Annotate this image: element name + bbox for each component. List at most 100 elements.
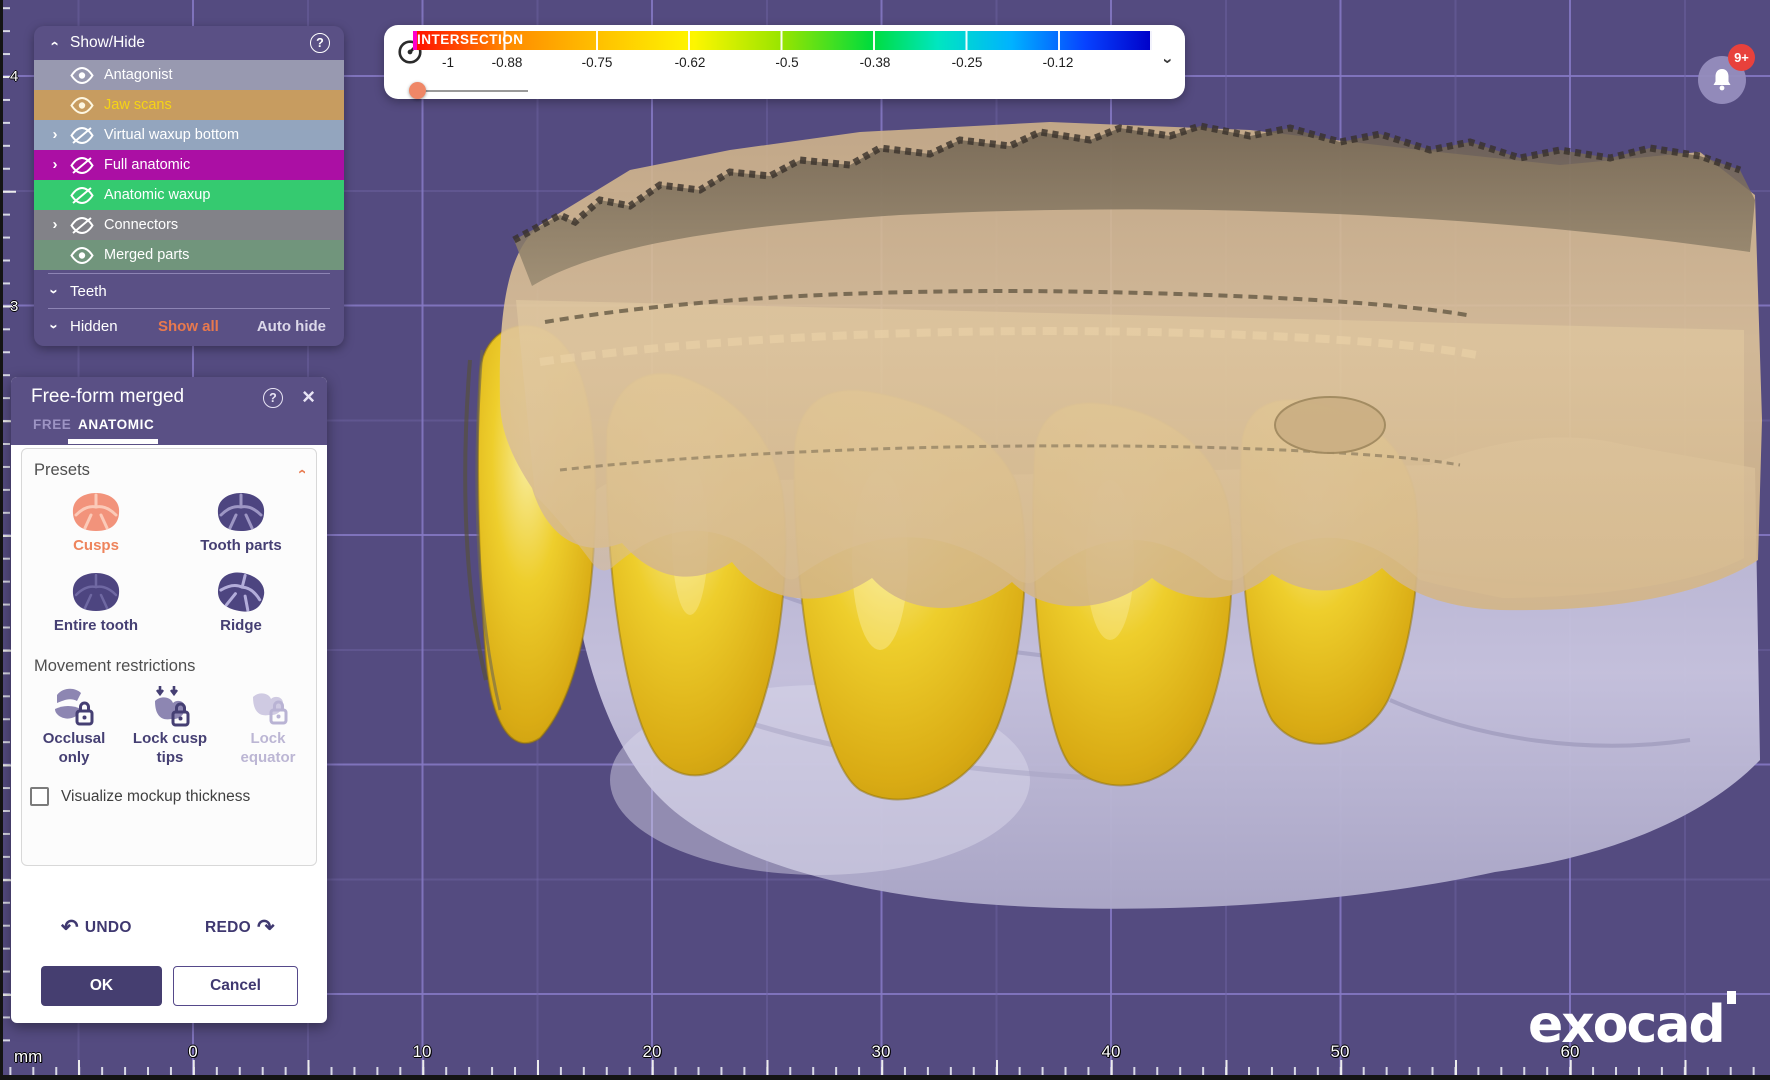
show-hide-header[interactable]: › Show/Hide ?: [34, 26, 344, 60]
presets-section-title: Presets: [34, 461, 90, 480]
entire-tooth-icon: [68, 569, 124, 615]
exocad-logo: exocad: [1528, 991, 1736, 1051]
colorbar-tick: -0.38: [860, 55, 891, 70]
threshold-slider-track[interactable]: [415, 90, 528, 92]
collapse-colorbar-chevron-icon[interactable]: ›: [1158, 58, 1178, 64]
threshold-slider-handle[interactable]: [409, 82, 426, 99]
colorbar-tick: -0.75: [582, 55, 613, 70]
layer-row-jaw-scans[interactable]: Jaw scans: [34, 90, 344, 120]
x-ruler-label: 20: [643, 1042, 662, 1062]
colorbar-tick: -0.12: [1043, 55, 1074, 70]
lock-cusp-tips-icon: [147, 685, 193, 729]
help-icon[interactable]: ?: [310, 33, 330, 53]
preset-cusps[interactable]: Cusps: [36, 489, 156, 554]
expand-chevron-icon[interactable]: ›: [47, 156, 63, 173]
left-edge: [0, 0, 3, 1080]
colorbar: INTERSECTION -1 -0.88 -0.75 -0.62 -0.5 -…: [413, 31, 1152, 91]
bottom-ruler-ticks: [0, 1060, 1770, 1075]
visualize-thickness-checkbox[interactable]: [30, 787, 49, 806]
colorbar-tick: -0.5: [775, 55, 798, 70]
layer-label: Connectors: [104, 217, 178, 233]
layer-label: Anatomic waxup: [104, 187, 210, 203]
colorbar-tick: -0.88: [492, 55, 523, 70]
expand-chevron-icon[interactable]: ›: [47, 216, 63, 233]
show-all-button[interactable]: Show all: [158, 318, 219, 335]
tab-free[interactable]: FREE: [33, 417, 71, 432]
auto-hide-button[interactable]: Auto hide: [257, 318, 326, 335]
lock-equator-icon: [245, 685, 291, 729]
eye-icon[interactable]: [70, 97, 94, 114]
layer-row-anatomic-waxup[interactable]: Anatomic waxup: [34, 180, 344, 210]
eye-icon[interactable]: [70, 67, 94, 84]
hidden-section-label: Hidden: [70, 318, 118, 335]
layer-label: Virtual waxup bottom: [104, 127, 239, 143]
cusps-icon: [68, 489, 124, 535]
redo-arrow-icon: ↷: [257, 915, 275, 940]
gradient-bar: INTERSECTION: [413, 31, 1152, 50]
restriction-lock-cusp-tips[interactable]: Lock cusptips: [122, 685, 218, 767]
y-ruler-label: 3: [10, 298, 18, 315]
visualize-thickness-row: Visualize mockup thickness: [30, 787, 250, 806]
chevron-down-icon[interactable]: ›: [46, 283, 63, 299]
show-hide-panel: › Show/Hide ? Antagonist Jaw scans › Vir…: [34, 26, 344, 346]
expand-chevron-icon[interactable]: ›: [47, 126, 63, 143]
free-form-header: Free-form merged ? × FREE ANATOMIC: [11, 377, 327, 445]
eye-off-icon[interactable]: [70, 187, 94, 204]
panel-title: Show/Hide: [70, 34, 145, 52]
visualize-thickness-label: Visualize mockup thickness: [61, 788, 250, 806]
movement-section-title: Movement restrictions: [34, 657, 195, 676]
collapse-chevron-icon[interactable]: ›: [46, 35, 63, 51]
colorbar-title: INTERSECTION: [417, 32, 524, 47]
divider: [48, 308, 330, 309]
preset-entire-tooth[interactable]: Entire tooth: [36, 569, 156, 634]
chevron-down-icon[interactable]: ›: [46, 318, 63, 334]
layer-label: Antagonist: [104, 67, 173, 83]
preset-tooth-parts[interactable]: Tooth parts: [181, 489, 301, 554]
panel-title: Free-form merged: [31, 386, 184, 408]
restriction-label: Lock cusptips: [122, 729, 218, 767]
tab-anatomic[interactable]: ANATOMIC: [78, 417, 154, 432]
hidden-section-row[interactable]: › Hidden Show all Auto hide: [34, 312, 344, 340]
eye-off-icon[interactable]: [70, 157, 94, 174]
undo-arrow-icon: ↶: [61, 915, 79, 940]
restriction-occlusal-only[interactable]: Occlusalonly: [26, 685, 122, 767]
undo-button[interactable]: ↶ UNDO: [55, 915, 132, 940]
preset-ridge[interactable]: Ridge: [181, 569, 301, 634]
eye-icon[interactable]: [70, 247, 94, 264]
ridge-icon: [208, 563, 273, 621]
tooth-parts-icon: [213, 489, 269, 535]
colorbar-tick: -1: [442, 55, 454, 70]
occlusal-only-icon: [51, 685, 97, 729]
eye-off-icon[interactable]: [70, 127, 94, 144]
ruler-unit-label: mm: [14, 1047, 42, 1067]
close-icon[interactable]: ×: [302, 384, 315, 410]
layer-row-full-anatomic[interactable]: › Full anatomic: [34, 150, 344, 180]
free-form-merged-panel: Free-form merged ? × FREE ANATOMIC Prese…: [11, 377, 327, 1023]
layer-row-virtual-waxup-bottom[interactable]: › Virtual waxup bottom: [34, 120, 344, 150]
x-ruler-label: 50: [1331, 1042, 1350, 1062]
layer-row-antagonist[interactable]: Antagonist: [34, 60, 344, 90]
cancel-button[interactable]: Cancel: [173, 966, 298, 1006]
ok-button[interactable]: OK: [41, 966, 162, 1006]
layer-row-connectors[interactable]: › Connectors: [34, 210, 344, 240]
redo-button[interactable]: REDO ↷: [205, 915, 281, 940]
x-ruler-label: 40: [1102, 1042, 1121, 1062]
divider: [48, 273, 330, 274]
bottom-edge: [0, 1075, 1770, 1080]
x-ruler-label: 10: [413, 1042, 432, 1062]
active-tab-underline: [68, 439, 158, 444]
layer-label: Merged parts: [104, 247, 189, 263]
x-ruler-label: 30: [872, 1042, 891, 1062]
teeth-section-label: Teeth: [70, 283, 107, 300]
help-icon[interactable]: ?: [263, 388, 283, 408]
anatomic-options-card: Presets › Cusps Tooth parts: [21, 448, 317, 866]
chevron-up-icon[interactable]: ›: [293, 469, 310, 474]
layer-row-merged-parts[interactable]: Merged parts: [34, 240, 344, 270]
eye-off-icon[interactable]: [70, 217, 94, 234]
colorbar-tick: -0.25: [952, 55, 983, 70]
x-ruler-label: 0: [188, 1042, 197, 1062]
restriction-label: Lockequator: [220, 729, 316, 767]
restriction-label: Occlusalonly: [26, 729, 122, 767]
teeth-section-row[interactable]: › Teeth: [34, 277, 344, 305]
layer-label: Full anatomic: [104, 157, 190, 173]
